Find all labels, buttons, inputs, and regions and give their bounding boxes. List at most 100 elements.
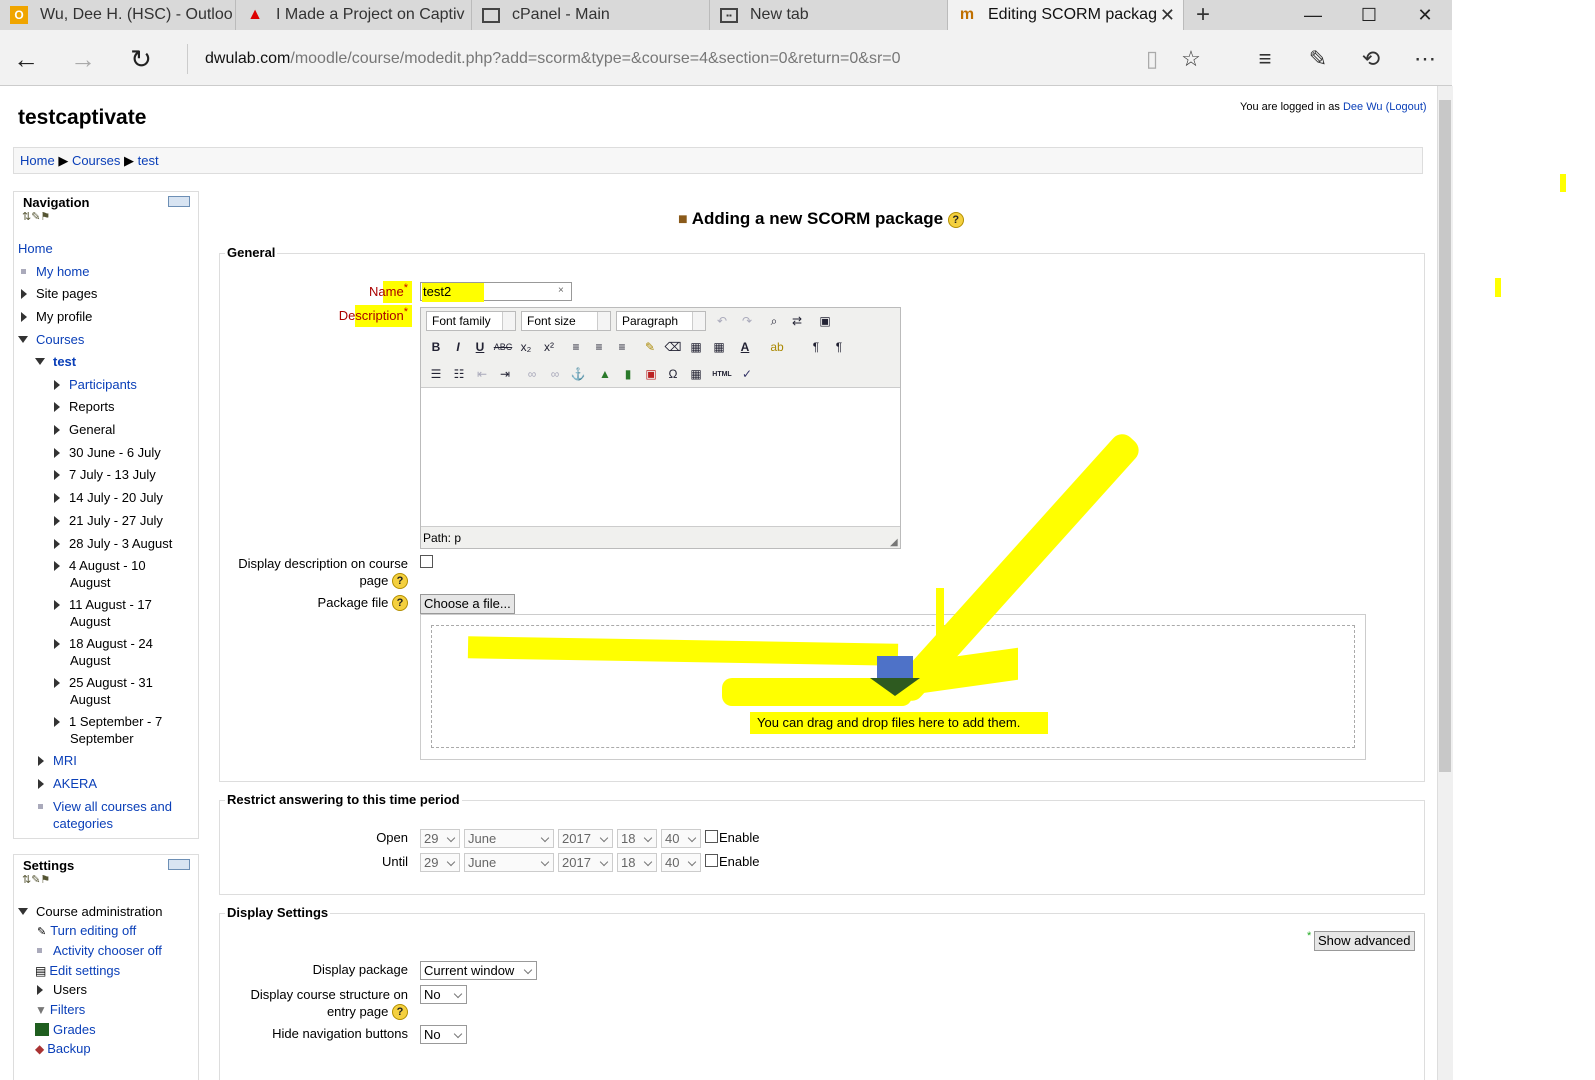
nav-item-week[interactable]: 11 August - 17 August <box>54 596 164 630</box>
nav-item-home[interactable]: Home <box>18 240 53 257</box>
expand-icon[interactable] <box>54 493 60 503</box>
underline-icon[interactable]: U <box>470 337 490 357</box>
ltr-icon[interactable]: ¶ <box>806 337 826 357</box>
nav-label[interactable]: MRI <box>53 753 77 768</box>
nav-item-view-all-courses[interactable]: View all courses and categories <box>38 798 188 832</box>
italic-icon[interactable]: I <box>448 337 468 357</box>
reading-view-icon[interactable]: ▯ <box>1137 44 1167 74</box>
expand-icon[interactable] <box>54 600 60 610</box>
url-field[interactable]: dwulab.com/moodle/course/modedit.php?add… <box>205 50 901 68</box>
expand-icon[interactable] <box>54 402 60 412</box>
align-right-icon[interactable]: ≡ <box>612 337 632 357</box>
resize-handle-icon[interactable]: ◢ <box>890 537 898 548</box>
nav-label[interactable]: Grades <box>53 1022 96 1037</box>
share-icon[interactable]: ⟲ <box>1356 44 1386 74</box>
expand-icon[interactable] <box>54 470 60 480</box>
until-minute-select[interactable]: 40 <box>661 853 701 872</box>
nav-item-my-profile[interactable]: My profile <box>21 308 92 325</box>
collapse-icon[interactable] <box>18 336 28 343</box>
expand-icon[interactable] <box>54 380 60 390</box>
undo-icon[interactable]: ↶ <box>712 311 732 331</box>
expand-icon[interactable] <box>37 985 43 995</box>
highlight-color-icon[interactable]: ab <box>767 337 787 357</box>
paste-text-icon[interactable]: ▦ <box>686 337 706 357</box>
nav-item-participants[interactable]: Participants <box>54 376 137 393</box>
nav-item-site-pages[interactable]: Site pages <box>21 285 97 302</box>
logout-link[interactable]: (Logout) <box>1386 101 1427 113</box>
nav-item-week[interactable]: 25 August - 31 August <box>54 674 164 708</box>
clear-icon[interactable]: × <box>558 285 564 296</box>
nav-label[interactable]: Participants <box>69 377 137 392</box>
open-hour-select[interactable]: 18 <box>617 829 657 848</box>
forward-icon[interactable]: → <box>67 44 99 74</box>
font-family-select[interactable]: Font family <box>426 311 516 331</box>
strikethrough-icon[interactable]: ABC <box>493 337 513 357</box>
align-center-icon[interactable]: ≡ <box>589 337 609 357</box>
until-month-select[interactable]: June <box>464 853 554 872</box>
breadcrumb-home[interactable]: Home <box>20 153 55 168</box>
nav-item-test[interactable]: test <box>35 353 76 370</box>
equation-icon[interactable]: ▣ <box>641 364 661 384</box>
indent-icon[interactable]: ⇥ <box>495 364 515 384</box>
expand-icon[interactable] <box>54 639 60 649</box>
nav-label[interactable]: View all courses and categories <box>53 799 172 831</box>
tab-outlook[interactable]: O Wu, Dee H. (HSC) - Outloo <box>0 0 236 30</box>
image-icon[interactable]: ▲ <box>595 364 615 384</box>
media-icon[interactable]: ▮ <box>618 364 638 384</box>
nav-item-week[interactable]: 30 June - 6 July <box>54 444 161 461</box>
open-minute-select[interactable]: 40 <box>661 829 701 848</box>
numbered-list-icon[interactable]: ☷ <box>449 364 469 384</box>
nav-label[interactable]: Activity chooser off <box>53 943 162 958</box>
outdent-icon[interactable]: ⇤ <box>472 364 492 384</box>
move-icons[interactable]: ⇅✎⚑ <box>14 873 198 886</box>
nav-item-week[interactable]: 14 July - 20 July <box>54 489 163 506</box>
new-tab-button[interactable]: + <box>1184 0 1226 30</box>
nav-item-akera[interactable]: AKERA <box>38 775 97 792</box>
nav-item-week[interactable]: 4 August - 10 August <box>54 557 164 591</box>
close-tab-icon[interactable]: ✕ <box>1160 5 1175 26</box>
collapse-icon[interactable] <box>18 908 28 915</box>
scrollbar-thumb[interactable] <box>1439 100 1451 772</box>
clean-up-icon[interactable]: ✎ <box>640 337 660 357</box>
open-day-select[interactable]: 29 <box>420 829 460 848</box>
text-color-icon[interactable]: A <box>735 337 755 357</box>
tab-captivate[interactable]: ▲ I Made a Project on Captiv <box>236 0 472 30</box>
settings-users[interactable]: Users <box>37 981 87 998</box>
table-icon[interactable]: ▦ <box>686 364 706 384</box>
redo-icon[interactable]: ↷ <box>737 311 757 331</box>
expand-icon[interactable] <box>54 678 60 688</box>
help-icon[interactable]: ? <box>392 573 408 589</box>
nav-item-week[interactable]: 28 July - 3 August <box>54 535 172 552</box>
help-icon[interactable]: ? <box>947 212 964 228</box>
open-year-select[interactable]: 2017 <box>558 829 613 848</box>
remove-format-icon[interactable]: ⌫ <box>663 337 683 357</box>
find-icon[interactable]: ⌕ <box>764 311 784 331</box>
until-enable-checkbox[interactable] <box>705 854 718 867</box>
align-left-icon[interactable]: ≡ <box>566 337 586 357</box>
until-year-select[interactable]: 2017 <box>558 853 613 872</box>
settings-edit-settings[interactable]: ▤ Edit settings <box>35 962 120 980</box>
nav-item-week[interactable]: 7 July - 13 July <box>54 466 156 483</box>
tab-editing-scorm[interactable]: m Editing SCORM packag ✕ <box>948 0 1184 30</box>
nav-item-general[interactable]: General <box>54 421 115 438</box>
font-size-select[interactable]: Font size <box>521 311 611 331</box>
until-day-select[interactable]: 29 <box>420 853 460 872</box>
settings-backup[interactable]: ◆ Backup <box>35 1040 91 1058</box>
refresh-icon[interactable]: ↻ <box>125 44 157 74</box>
nav-item-week[interactable]: 1 September - 7 September <box>54 713 174 747</box>
nav-item-courses[interactable]: Courses <box>18 331 84 348</box>
bold-icon[interactable]: B <box>426 337 446 357</box>
nav-label[interactable]: Filters <box>50 1002 85 1017</box>
expand-icon[interactable] <box>54 516 60 526</box>
expand-icon[interactable] <box>38 756 44 766</box>
expand-icon[interactable] <box>54 539 60 549</box>
nav-label[interactable]: Home <box>18 241 53 256</box>
unlink-icon[interactable]: ∞ <box>545 364 565 384</box>
expand-icon[interactable] <box>38 779 44 789</box>
settings-filters[interactable]: ▼ Filters <box>35 1001 85 1019</box>
settings-grades[interactable]: Grades <box>35 1021 96 1038</box>
expand-icon[interactable] <box>54 561 60 571</box>
nav-label[interactable]: Courses <box>36 332 84 347</box>
link-icon[interactable]: ∞ <box>522 364 542 384</box>
help-icon[interactable]: ? <box>392 1004 408 1020</box>
